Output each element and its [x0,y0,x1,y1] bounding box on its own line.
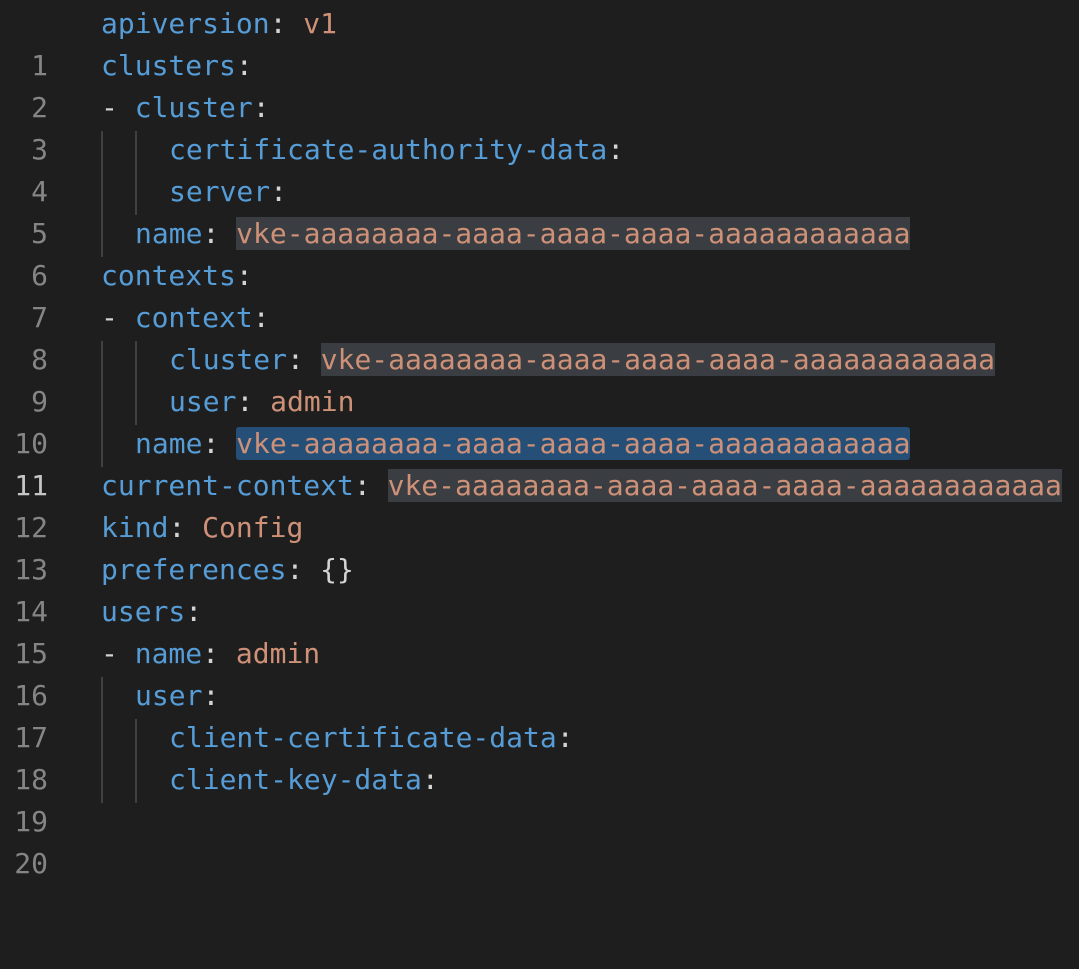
colon: : [185,595,203,628]
yaml-value: admin [253,385,355,418]
list-dash: - [101,91,135,124]
yaml-value: {} [303,553,354,586]
yaml-key: client-key-data [169,763,422,796]
yaml-key: user [169,385,237,418]
yaml-key: kind [101,511,169,544]
code-line[interactable]: 2 clusters: [0,45,1079,124]
code-line-active[interactable]: 11 name: vke-aaaaaaaa-aaaa-aaaa-aaaa-aaa… [0,423,1079,502]
yaml-value-highlighted: vke-aaaaaaaa-aaaa-aaaa-aaaa-aaaaaaaaaaaa [236,217,911,250]
yaml-key: server [169,175,271,208]
colon: : [252,91,270,124]
colon: : [235,49,253,82]
yaml-key: context [134,301,253,334]
yaml-key: certificate-authority-data [169,133,608,166]
list-dash: - [101,637,135,670]
colon: : [270,175,288,208]
colon: : [607,133,625,166]
colon: : [202,217,220,250]
code-line[interactable]: 15 users: [0,591,1079,670]
code-line[interactable]: 14 preferences: {} [0,549,1079,628]
colon: : [202,637,220,670]
colon: : [252,301,270,334]
colon: : [235,259,253,292]
yaml-value-highlighted: vke-aaaaaaaa-aaaa-aaaa-aaaa-aaaaaaaaaaaa [387,469,1062,502]
yaml-key: preferences [101,553,287,586]
yaml-key: cluster [169,343,288,376]
code-line[interactable]: 19 client-key-data: [0,759,1079,838]
yaml-key: cluster [134,91,253,124]
list-dash: - [101,301,135,334]
colon: : [168,511,186,544]
yaml-key: name [135,427,203,460]
code-editor[interactable]: 1 apiversion: v1 2 clusters: 3 - cluster… [0,0,1079,880]
code-line[interactable]: 13 kind: Config [0,507,1079,586]
yaml-value: admin [219,637,321,670]
yaml-key: clusters [101,49,236,82]
code-line[interactable]: 17 user: [0,675,1079,754]
yaml-value-highlighted: vke-aaaaaaaa-aaaa-aaaa-aaaa-aaaaaaaaaaaa [320,343,996,376]
code-line[interactable]: 3 - cluster: [0,87,1079,166]
yaml-key: contexts [101,259,236,292]
code-line[interactable]: 1 apiversion: v1 [0,3,1079,82]
text-selection[interactable]: vke-aaaaaaaa-aaaa-aaaa-aaaa-aaaaaaaaaaaa [236,427,911,460]
code-line[interactable]: 8 - context: [0,297,1079,376]
code-line[interactable]: 9 cluster: vke-aaaaaaaa-aaaa-aaaa-aaaa-a… [0,339,1079,418]
yaml-key: apiversion [101,7,270,40]
colon: : [236,385,254,418]
code-line[interactable]: 7 contexts: [0,255,1079,334]
colon: : [202,427,220,460]
code-line[interactable]: 20 [0,801,1079,880]
yaml-value: v1 [286,7,338,40]
code-line[interactable]: 10 user: admin [0,381,1079,460]
colon: : [556,721,574,754]
colon: : [353,469,371,502]
colon: : [202,679,220,712]
yaml-key: name [135,217,203,250]
yaml-key: users [101,595,186,628]
code-line[interactable]: 18 client-certificate-data: [0,717,1079,796]
yaml-key: client-certificate-data [169,721,557,754]
colon: : [421,763,439,796]
yaml-value: Config [185,511,304,544]
code-line[interactable]: 6 name: vke-aaaaaaaa-aaaa-aaaa-aaaa-aaaa… [0,213,1079,292]
colon: : [286,553,304,586]
colon: : [269,7,287,40]
yaml-key: user [135,679,203,712]
yaml-key: name [134,637,203,670]
code-line[interactable]: 5 server: [0,171,1079,250]
code-line[interactable]: 4 certificate-authority-data: [0,129,1079,208]
code-line[interactable]: 16 - name: admin [0,633,1079,712]
colon: : [287,343,304,376]
code-line[interactable]: 12 current-context: vke-aaaaaaaa-aaaa-aa… [0,465,1079,544]
line-number: 20 [14,847,48,880]
yaml-key: current-context [101,469,354,502]
